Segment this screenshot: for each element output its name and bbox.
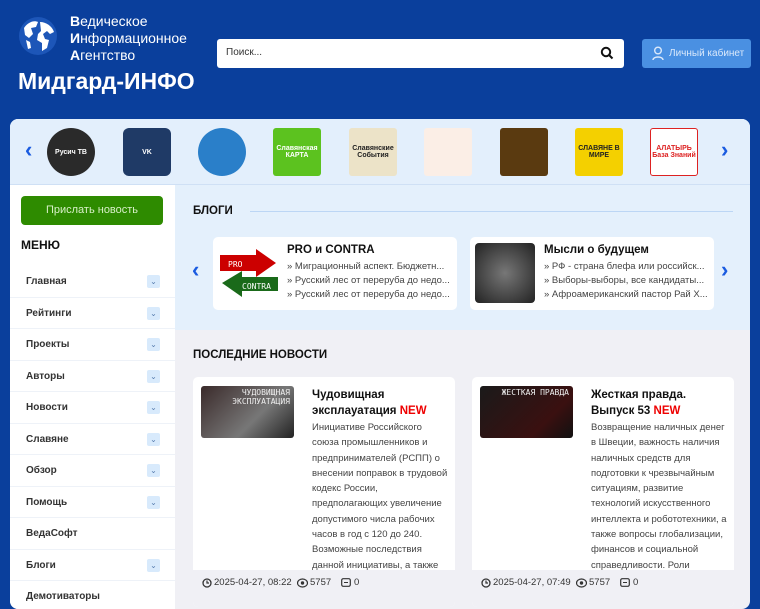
partner-logo[interactable]: Русич ТВ (47, 128, 95, 176)
agency-name: Ведическое Информационное Агентство (70, 13, 187, 63)
content-container: ‹ Русич ТВ VK Славянская КАРТА Славянские С… (10, 119, 750, 609)
clock-icon (202, 578, 212, 588)
sidebar-item[interactable]: Авторы ⌄ (10, 361, 175, 392)
new-badge: NEW (653, 405, 681, 417)
send-news-button[interactable]: Прислать новость (21, 196, 163, 225)
menu-heading: МЕНЮ (21, 238, 61, 252)
eye-icon (576, 578, 587, 588)
news-meta: 2025-04-27, 08:22 5757 0 (193, 570, 455, 607)
chevron-down-icon[interactable]: ⌄ (147, 338, 160, 351)
site-title[interactable]: Мидгард-ИНФО (18, 68, 195, 95)
sidebar-item[interactable]: Славяне ⌄ (10, 424, 175, 455)
blog-card[interactable]: PRO CONTRA PRO и CONTRA » Миграционный ас… (213, 237, 457, 310)
section-title: ПОСЛЕДНИЕ НОВОСТИ (193, 349, 328, 361)
eye-icon (297, 578, 308, 588)
partner-logo[interactable]: Славянские События (349, 128, 397, 176)
search-input[interactable]: Поиск... (217, 39, 624, 68)
sidebar-item[interactable]: ВедаСофт (10, 518, 175, 550)
pro-contra-image: PRO CONTRA (220, 249, 278, 297)
chevron-left-icon[interactable]: ‹ (25, 137, 32, 163)
news-meta: 2025-04-27, 07:49 5757 0 (472, 570, 734, 607)
chevron-down-icon[interactable]: ⌄ (147, 495, 160, 509)
sidebar-item[interactable]: Рейтинги ⌄ (10, 298, 175, 329)
globe-logo-icon (19, 17, 57, 55)
partner-logo[interactable]: АЛАТЫРЬ База Знаний (650, 128, 698, 176)
sidebar-item[interactable]: Помощь ⌄ (10, 487, 175, 518)
news-card[interactable]: ЧУДОВИЩНАЯ ЭКСПЛУАТАЦИЯ Чудовищная экспла… (193, 377, 455, 607)
partner-logo[interactable] (198, 128, 246, 176)
partner-logo[interactable]: VK (123, 128, 171, 176)
sidebar-item[interactable]: Обзор ⌄ (10, 455, 175, 487)
comment-icon (341, 578, 351, 587)
user-icon (652, 46, 664, 61)
latest-news-section: ПОСЛЕДНИЕ НОВОСТИ ЧУДОВИЩНАЯ ЭКСПЛУАТАЦИ… (175, 330, 750, 609)
search-icon[interactable] (600, 46, 614, 60)
sidebar-item[interactable]: Блоги ⌄ (10, 550, 175, 581)
divider (250, 211, 733, 212)
section-title: БЛОГИ (193, 205, 233, 217)
sidebar-item[interactable]: Демотиваторы (10, 581, 175, 609)
chevron-right-icon[interactable]: › (721, 137, 728, 163)
chevron-down-icon[interactable]: ⌄ (147, 275, 160, 288)
partner-logo[interactable]: Славянская КАРТА (273, 128, 321, 176)
blog-image (475, 243, 535, 303)
sidebar: Прислать новость МЕНЮ Главная ⌄ Рейтинги ⌄ П… (10, 185, 175, 609)
chevron-down-icon[interactable]: ⌄ (147, 432, 160, 446)
partner-logo[interactable] (424, 128, 472, 176)
partners-carousel: ‹ Русич ТВ VK Славянская КАРТА Славянские С… (10, 119, 750, 185)
news-card[interactable]: ЖЕСТКАЯ ПРАВДА Жесткая правда. Выпуск 53 … (472, 377, 734, 607)
chevron-down-icon[interactable]: ⌄ (147, 464, 160, 477)
clock-icon (481, 578, 491, 588)
svg-text:PRO: PRO (228, 260, 243, 269)
chevron-down-icon[interactable]: ⌄ (147, 401, 160, 414)
partner-logo[interactable] (500, 128, 548, 176)
blogs-section: БЛОГИ ‹ PRO CONTRA PRO и CONTRA » Миграци… (175, 185, 750, 330)
sidebar-item[interactable]: Новости ⌄ (10, 392, 175, 424)
svg-text:CONTRA: CONTRA (242, 282, 271, 291)
chevron-left-icon[interactable]: ‹ (192, 257, 199, 283)
blog-card[interactable]: Мысли о будущем » РФ - страна блефа или … (470, 237, 714, 310)
chevron-down-icon[interactable]: ⌄ (147, 558, 160, 572)
chevron-down-icon[interactable]: ⌄ (147, 306, 160, 320)
comment-icon (620, 578, 630, 587)
sidebar-item[interactable]: Проекты ⌄ (10, 329, 175, 361)
partner-logo[interactable]: СЛАВЯНЕ В МИРЕ (575, 128, 623, 176)
news-image[interactable]: ЧУДОВИЩНАЯ ЭКСПЛУАТАЦИЯ (201, 386, 294, 438)
sidebar-item[interactable]: Главная ⌄ (10, 266, 175, 298)
account-button[interactable]: Личный кабинет (642, 39, 751, 68)
new-badge: NEW (399, 405, 427, 417)
news-image[interactable]: ЖЕСТКАЯ ПРАВДА (480, 386, 573, 438)
chevron-down-icon[interactable]: ⌄ (147, 369, 160, 383)
chevron-right-icon[interactable]: › (721, 257, 728, 283)
